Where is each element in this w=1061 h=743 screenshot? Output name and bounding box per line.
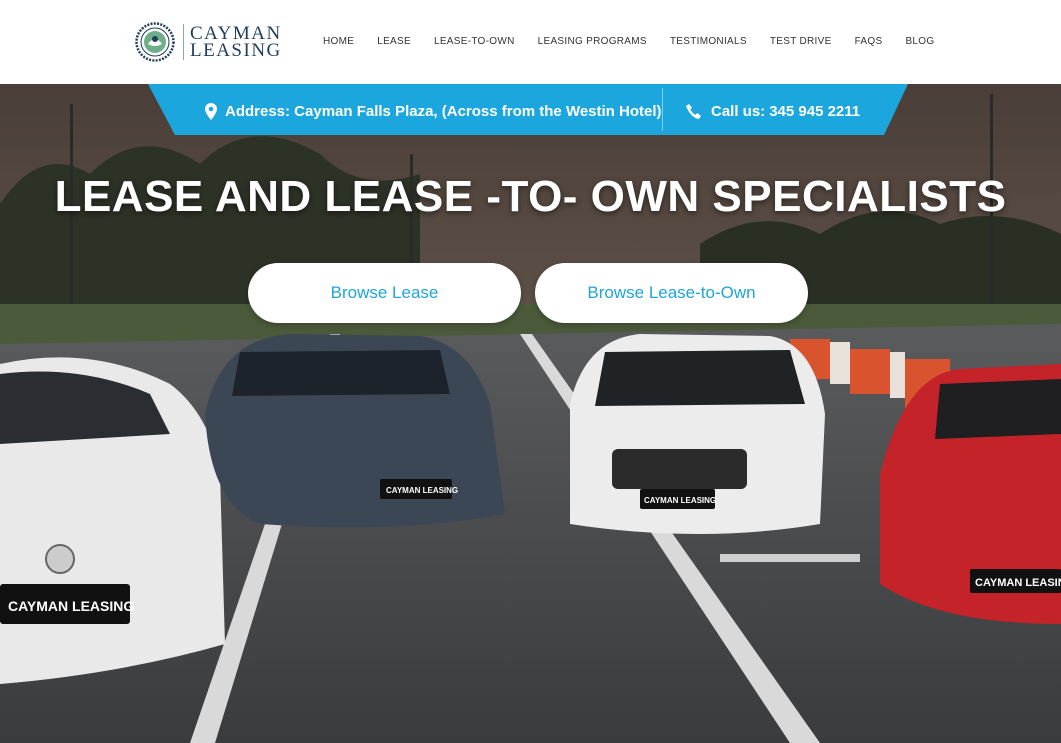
browse-lease-to-own-button[interactable]: Browse Lease-to-Own	[535, 263, 808, 323]
call-label: Call us:	[711, 102, 766, 120]
address-text: Address: Cayman Falls Plaza, (Across fro…	[225, 102, 662, 120]
nav-home[interactable]: HOME	[323, 35, 354, 49]
nav-lease[interactable]: LEASE	[377, 35, 411, 49]
ribbon-divider	[662, 88, 663, 131]
logo-divider	[183, 24, 184, 60]
nav-leasing-programs[interactable]: LEASING PROGRAMS	[538, 35, 647, 49]
brand-wordmark: CAYMAN LEASING	[190, 24, 282, 61]
main-nav: HOME LEASE LEASE-TO-OWN LEASING PROGRAMS…	[323, 35, 957, 49]
plate-right: CAYMAN LEASING	[975, 577, 1061, 589]
hero-headline: LEASE AND LEASE -TO- OWN SPECIALISTS	[54, 172, 1007, 221]
nav-faqs[interactable]: FAQS	[855, 35, 883, 49]
call-info[interactable]: Call us: 345 945 2211	[686, 100, 860, 122]
plate-center-right: CAYMAN LEASING	[644, 496, 716, 505]
nav-lease-to-own[interactable]: LEASE-TO-OWN	[434, 35, 515, 49]
nav-test-drive[interactable]: TEST DRIVE	[770, 35, 832, 49]
dark-car-center-left	[205, 334, 505, 528]
nav-testimonials[interactable]: TESTIMONIALS	[670, 35, 747, 49]
nav-blog[interactable]: BLOG	[905, 35, 934, 49]
white-car-left	[0, 357, 225, 684]
phone-icon	[686, 103, 701, 119]
address-info[interactable]: Address: Cayman Falls Plaza, (Across fro…	[205, 100, 662, 122]
site-header: CAYMAN LEASING HOME LEASE LEASE-TO-OWN L…	[0, 0, 1061, 84]
brand-line-2: LEASING	[190, 40, 282, 61]
brand-logo[interactable]: CAYMAN LEASING	[135, 20, 282, 64]
browse-lease-button[interactable]: Browse Lease	[248, 263, 521, 323]
map-pin-icon	[205, 102, 217, 120]
plate-center-left: CAYMAN LEASING	[386, 486, 458, 495]
phone-number[interactable]: 345 945 2211	[769, 103, 860, 120]
cayman-leasing-logo	[135, 22, 175, 62]
plate-left: CAYMAN LEASING	[8, 598, 134, 614]
